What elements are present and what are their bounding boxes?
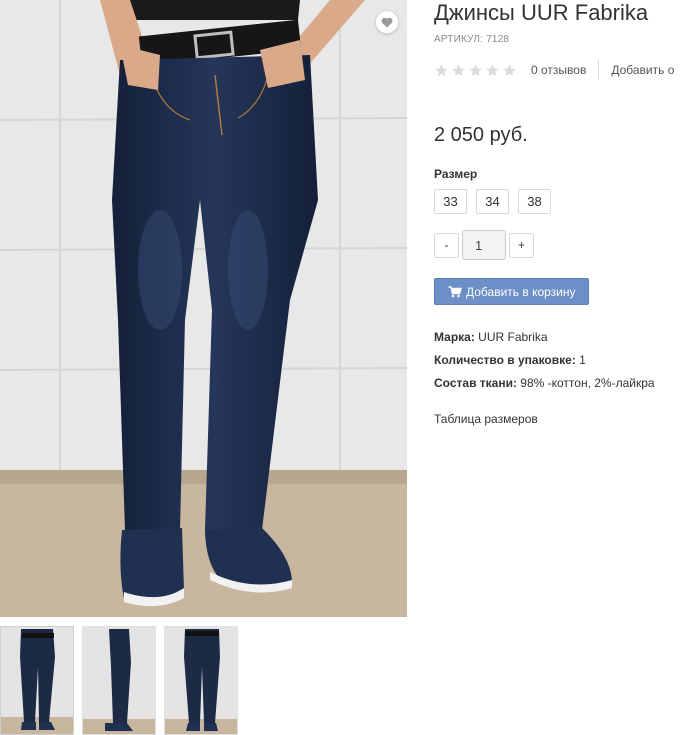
add-to-cart-button[interactable]: Добавить в корзину: [434, 278, 589, 305]
size-options: 33 34 38: [434, 189, 551, 214]
heart-icon: [381, 17, 393, 27]
add-review-link[interactable]: Добавить о: [611, 63, 674, 77]
star-icon[interactable]: [485, 63, 500, 78]
product-price: 2 050 руб.: [434, 124, 528, 146]
size-option-38[interactable]: 38: [518, 189, 551, 214]
spec-value: UUR Fabrika: [474, 330, 548, 344]
size-option-33[interactable]: 33: [434, 189, 467, 214]
quantity-decrease-button[interactable]: -: [434, 232, 459, 258]
spec-fabric: Состав ткани: 98% -коттон, 2%-лайкра: [434, 375, 655, 398]
spec-brand: Марка: UUR Fabrika: [434, 329, 655, 352]
star-icon[interactable]: [502, 63, 517, 78]
product-title: Джинсы UUR Fabrika: [434, 0, 649, 25]
spec-key: Количество в упаковке:: [434, 353, 576, 367]
star-icon[interactable]: [451, 63, 466, 78]
rating-row: 0 отзывов Добавить о: [434, 60, 674, 80]
thumbnail-front[interactable]: [0, 626, 74, 735]
thumbnail-side[interactable]: [82, 626, 156, 735]
star-icon[interactable]: [434, 63, 449, 78]
thumbnail-back[interactable]: [164, 626, 238, 735]
product-article: АРТИКУЛ: 7128: [434, 34, 510, 45]
spec-key: Состав ткани:: [434, 376, 517, 390]
add-to-cart-label: Добавить в корзину: [466, 284, 576, 299]
main-product-image[interactable]: [0, 0, 407, 617]
reviews-count-link[interactable]: 0 отзывов: [531, 63, 586, 77]
spec-pack-quantity: Количество в упаковке: 1: [434, 352, 655, 375]
cart-icon: [448, 285, 462, 297]
quantity-input[interactable]: [462, 230, 506, 260]
quantity-increase-button[interactable]: +: [509, 232, 534, 258]
size-table-link[interactable]: Таблица размеров: [434, 412, 538, 426]
divider: [598, 60, 600, 80]
spec-value: 98% -коттон, 2%-лайкра: [516, 376, 655, 390]
wishlist-button[interactable]: [375, 10, 399, 34]
quantity-stepper: - +: [434, 230, 534, 260]
spec-key: Марка:: [434, 330, 475, 344]
product-specs: Марка: UUR Fabrika Количество в упаковке…: [434, 329, 655, 398]
size-option-34[interactable]: 34: [476, 189, 509, 214]
spec-value: 1: [575, 353, 586, 367]
rating-stars[interactable]: [434, 63, 517, 78]
star-icon[interactable]: [468, 63, 483, 78]
size-label: Размер: [434, 167, 478, 181]
